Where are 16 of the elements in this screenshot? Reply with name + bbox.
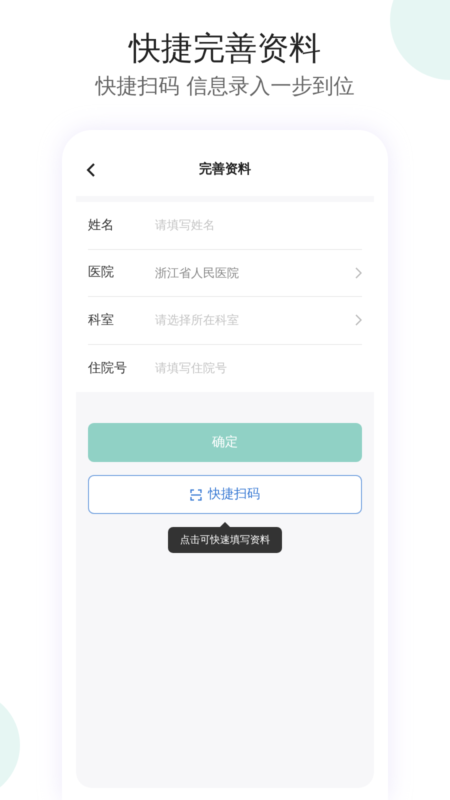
nav-title: 完善资料 (199, 160, 251, 180)
scan-button[interactable]: 快捷扫码 (88, 475, 362, 514)
field-label: 住院号 (88, 360, 128, 378)
subheadline: 快捷扫码 信息录入一步到位 (96, 73, 354, 100)
scan-icon (190, 488, 202, 500)
chevron-icon (355, 266, 362, 279)
headline: 快捷完善资料 (129, 28, 321, 68)
back-icon[interactable] (86, 163, 96, 177)
chevron-icon (355, 314, 362, 326)
tooltip: 点击可快速填写资料 (168, 527, 282, 553)
field-label: 科室 (88, 312, 115, 330)
input-field[interactable]: 请填写姓名 (155, 216, 362, 234)
field-label: 医院 (88, 264, 115, 282)
select-field[interactable]: 浙江省人民医院 (155, 264, 362, 282)
field-label: 姓名 (88, 216, 115, 234)
input-field[interactable]: 请填写住院号 (155, 359, 362, 378)
